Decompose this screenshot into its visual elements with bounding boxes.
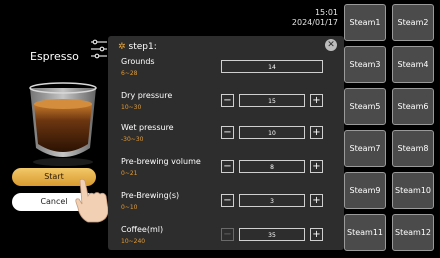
param-label: Wet pressure xyxy=(121,123,174,132)
steam5-button[interactable]: Steam5 xyxy=(344,88,386,125)
panel-header: ✲ step1: xyxy=(118,42,157,52)
param-row-grounds: Grounds 6~28 14 xyxy=(121,57,337,83)
close-icon[interactable]: ✕ xyxy=(325,39,337,51)
pre-brewing-seconds-minus-button[interactable]: − xyxy=(221,194,234,207)
wet-pressure-minus-button[interactable]: − xyxy=(221,126,234,139)
coffee-ml-plus-button[interactable]: + xyxy=(310,228,323,241)
param-range: -30~30 xyxy=(121,136,144,143)
param-row-dry-pressure: Dry pressure 10~30 − 15 + xyxy=(121,91,337,117)
dry-pressure-plus-button[interactable]: + xyxy=(310,94,323,107)
steam8-button[interactable]: Steam8 xyxy=(392,130,434,167)
steam-button-grid: Steam1 Steam2 Steam3 Steam4 Steam5 Steam… xyxy=(344,4,436,254)
wet-pressure-value-field[interactable]: 10 xyxy=(239,126,305,139)
steam9-button[interactable]: Steam9 xyxy=(344,172,386,209)
pre-brewing-seconds-plus-button[interactable]: + xyxy=(310,194,323,207)
param-range: 0~21 xyxy=(121,170,138,177)
param-range: 6~28 xyxy=(121,70,138,77)
pre-brewing-seconds-value-field[interactable]: 3 xyxy=(239,194,305,207)
date-text: 2024/01/17 xyxy=(291,18,338,27)
grounds-value-field[interactable]: 14 xyxy=(221,60,323,73)
pre-brewing-volume-plus-button[interactable]: + xyxy=(310,160,323,173)
steam12-button[interactable]: Steam12 xyxy=(392,214,434,251)
param-row-coffee-ml: Coffee(ml) 10~240 − 35 + xyxy=(121,225,337,251)
param-range: 10~240 xyxy=(121,238,146,245)
gear-icon: ✲ xyxy=(118,42,126,52)
pre-brewing-volume-value-field[interactable]: 8 xyxy=(239,160,305,173)
steam6-button[interactable]: Steam6 xyxy=(392,88,434,125)
step-settings-panel: ✲ step1: ✕ Grounds 6~28 14 Dry pressure … xyxy=(108,36,344,250)
param-label: Pre-brewing volume xyxy=(121,157,201,166)
pointing-hand-icon xyxy=(75,178,109,223)
steam7-button[interactable]: Steam7 xyxy=(344,130,386,167)
status-clock: 15:01 2024/01/17 xyxy=(292,8,338,28)
param-row-pre-brewing-seconds: Pre-Brewing(s) 0~10 − 3 + xyxy=(121,191,337,217)
drink-title: Espresso xyxy=(30,50,79,63)
steam10-button[interactable]: Steam10 xyxy=(392,172,434,209)
steam3-button[interactable]: Steam3 xyxy=(344,46,386,83)
espresso-cup-image xyxy=(29,82,97,166)
steam4-button[interactable]: Steam4 xyxy=(392,46,434,83)
param-label: Grounds xyxy=(121,57,155,66)
param-row-wet-pressure: Wet pressure -30~30 − 10 + xyxy=(121,123,337,149)
coffee-ml-minus-button[interactable]: − xyxy=(221,228,234,241)
dry-pressure-value-field[interactable]: 15 xyxy=(239,94,305,107)
steam1-button[interactable]: Steam1 xyxy=(344,4,386,41)
coffee-ml-value-field[interactable]: 35 xyxy=(239,228,305,241)
param-row-pre-brewing-volume: Pre-brewing volume 0~21 − 8 + xyxy=(121,157,337,183)
param-label: Dry pressure xyxy=(121,91,173,100)
wet-pressure-plus-button[interactable]: + xyxy=(310,126,323,139)
steam11-button[interactable]: Steam11 xyxy=(344,214,386,251)
steam2-button[interactable]: Steam2 xyxy=(392,4,434,41)
pre-brewing-volume-minus-button[interactable]: − xyxy=(221,160,234,173)
param-range: 0~10 xyxy=(121,204,138,211)
time-text: 15:01 xyxy=(314,8,338,17)
param-range: 10~30 xyxy=(121,104,142,111)
dry-pressure-minus-button[interactable]: − xyxy=(221,94,234,107)
panel-title: step1: xyxy=(128,42,157,52)
param-label: Coffee(ml) xyxy=(121,225,164,234)
param-label: Pre-Brewing(s) xyxy=(121,191,180,200)
settings-sliders-icon[interactable] xyxy=(90,38,108,60)
